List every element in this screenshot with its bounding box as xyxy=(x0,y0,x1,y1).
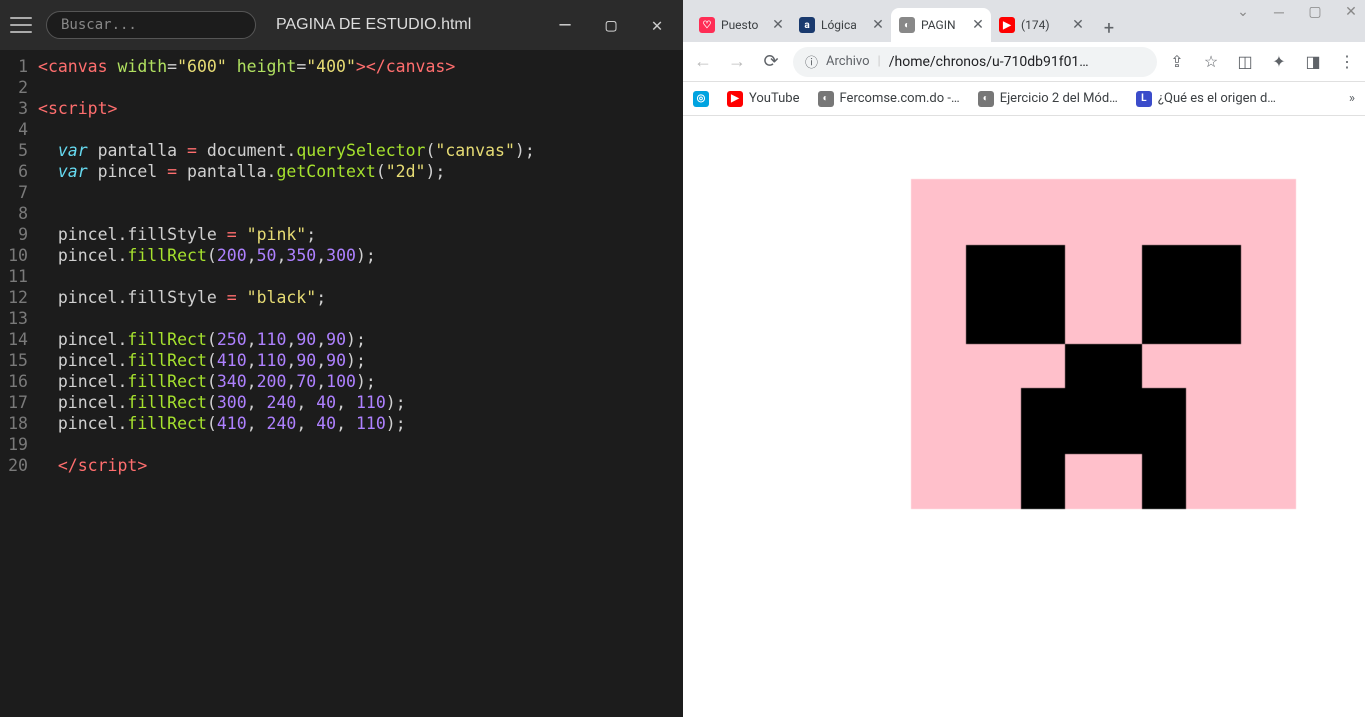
line-number-gutter: 1234567891011121314151617181920 xyxy=(0,56,34,717)
extensions-puzzle-icon[interactable]: ✦ xyxy=(1269,52,1289,71)
code-line: <script> xyxy=(38,98,683,119)
menu-icon[interactable] xyxy=(10,17,32,33)
reload-button[interactable]: ⟳ xyxy=(759,50,783,74)
code-line xyxy=(38,203,683,224)
bookmark-favicon-icon: ◐ xyxy=(818,91,834,107)
bookmark-favicon-icon: L xyxy=(1136,91,1152,107)
url-scheme-label: Archivo xyxy=(826,54,870,69)
code-line xyxy=(38,266,683,287)
window-close-button[interactable]: ✕ xyxy=(1341,4,1361,21)
tab-close-icon[interactable]: ✕ xyxy=(1071,18,1085,32)
window-maximize-button[interactable]: ▢ xyxy=(1305,4,1325,21)
bookmark-label: Ejercicio 2 del Mód… xyxy=(1000,91,1118,106)
search-placeholder: Buscar... xyxy=(61,17,137,33)
browser-tab[interactable]: ♡ Puesto ✕ xyxy=(691,8,791,42)
editor-titlebar: Buscar... PAGINA DE ESTUDIO.html ─ ▢ ✕ xyxy=(0,0,683,50)
tab-close-icon[interactable]: ✕ xyxy=(971,18,985,32)
code-line: pincel.fillStyle = "black"; xyxy=(38,287,683,308)
bookmark-item[interactable]: L ¿Qué es el origen d… xyxy=(1136,91,1276,107)
bookmark-label: YouTube xyxy=(749,91,800,106)
bookmark-favicon-icon: ◎ xyxy=(693,91,709,107)
back-button[interactable]: ← xyxy=(691,50,715,74)
browser-tab[interactable]: a Lógica ✕ xyxy=(791,8,891,42)
bookmark-item[interactable]: ◎ xyxy=(693,91,709,107)
close-button[interactable]: ✕ xyxy=(647,15,667,36)
info-icon: ⓘ xyxy=(805,52,818,71)
code-area[interactable]: 1234567891011121314151617181920 <canvas … xyxy=(0,50,683,717)
browser-menu-icon[interactable]: ⋮ xyxy=(1337,52,1357,71)
tab-favicon-icon: ◐ xyxy=(899,17,915,33)
tab-close-icon[interactable]: ✕ xyxy=(871,18,885,32)
window-controls: ─ ▢ ✕ xyxy=(555,15,673,36)
code-line: pincel.fillRect(250,110,90,90); xyxy=(38,329,683,350)
tab-title: Lógica xyxy=(821,18,865,32)
rendered-canvas xyxy=(691,124,1351,564)
search-input[interactable]: Buscar... xyxy=(46,11,256,39)
code-line: pincel.fillRect(410,110,90,90); xyxy=(38,350,683,371)
tab-title: (174) xyxy=(1021,18,1065,32)
code-line xyxy=(38,434,683,455)
code-line: pincel.fillRect(200,50,350,300); xyxy=(38,245,683,266)
tab-title: PAGIN xyxy=(921,18,965,32)
bookmark-item[interactable]: ▶ YouTube xyxy=(727,91,800,107)
code-line xyxy=(38,308,683,329)
tab-search-button[interactable]: ⌄ xyxy=(1233,4,1253,21)
browser-window: ♡ Puesto ✕ a Lógica ✕ ◐ PAGIN ✕ ▶ (174) ✕ + ⌄ ─ ▢ ✕… xyxy=(683,0,1365,717)
tab-favicon-icon: ▶ xyxy=(999,17,1015,33)
code-line: pincel.fillStyle = "pink"; xyxy=(38,224,683,245)
new-tab-button[interactable]: + xyxy=(1095,14,1123,42)
address-bar[interactable]: ⓘ Archivo | /home/chronos/u-710db91f01… xyxy=(793,47,1157,77)
tab-close-icon[interactable]: ✕ xyxy=(771,18,785,32)
minimize-button[interactable]: ─ xyxy=(555,15,575,36)
window-minimize-button[interactable]: ─ xyxy=(1269,4,1289,21)
code-line: pincel.fillRect(410, 240, 40, 110); xyxy=(38,413,683,434)
page-viewport xyxy=(683,116,1365,717)
bookmark-item[interactable]: ◐ Fercomse.com.do -… xyxy=(818,91,960,107)
bookmark-label: Fercomse.com.do -… xyxy=(840,91,960,106)
bookmark-favicon-icon: ▶ xyxy=(727,91,743,107)
code-line: <canvas width="600" height="400"></canva… xyxy=(38,56,683,77)
code-line xyxy=(38,182,683,203)
tab-favicon-icon: ♡ xyxy=(699,17,715,33)
browser-toolbar: ← → ⟳ ⓘ Archivo | /home/chronos/u-710db9… xyxy=(683,42,1365,82)
code-line: pincel.fillRect(340,200,70,100); xyxy=(38,371,683,392)
code-line xyxy=(38,77,683,98)
url-text: /home/chronos/u-710db91f01… xyxy=(889,54,1089,70)
share-icon[interactable]: ⇪ xyxy=(1167,52,1187,71)
browser-tab[interactable]: ◐ PAGIN ✕ xyxy=(891,8,991,42)
tab-title: Puesto xyxy=(721,18,765,32)
bookmark-favicon-icon: ◐ xyxy=(978,91,994,107)
editor-filename: PAGINA DE ESTUDIO.html xyxy=(270,16,541,34)
code-line xyxy=(38,119,683,140)
tab-favicon-icon: a xyxy=(799,17,815,33)
extension-icon[interactable]: ◫ xyxy=(1235,52,1255,71)
code-line: </script> xyxy=(38,455,683,476)
sidepanel-icon[interactable]: ◨ xyxy=(1303,52,1323,71)
code-line: pincel.fillRect(300, 240, 40, 110); xyxy=(38,392,683,413)
bookmarks-overflow-icon[interactable]: » xyxy=(1349,91,1355,106)
code-editor-window: Buscar... PAGINA DE ESTUDIO.html ─ ▢ ✕ 1… xyxy=(0,0,683,717)
code-content[interactable]: <canvas width="600" height="400"></canva… xyxy=(34,56,683,717)
bookmarks-bar: ◎ ▶ YouTube ◐ Fercomse.com.do -… ◐ Ejercicio 2… xyxy=(683,82,1365,116)
maximize-button[interactable]: ▢ xyxy=(601,15,621,36)
tab-strip: ♡ Puesto ✕ a Lógica ✕ ◐ PAGIN ✕ ▶ (174) ✕ + ⌄ ─ ▢ ✕ xyxy=(683,0,1365,42)
code-line: var pincel = pantalla.getContext("2d"); xyxy=(38,161,683,182)
bookmark-label: ¿Qué es el origen d… xyxy=(1158,91,1276,106)
forward-button[interactable]: → xyxy=(725,50,749,74)
code-line: var pantalla = document.querySelector("c… xyxy=(38,140,683,161)
bookmark-star-icon[interactable]: ☆ xyxy=(1201,52,1221,71)
browser-tab[interactable]: ▶ (174) ✕ xyxy=(991,8,1091,42)
bookmark-item[interactable]: ◐ Ejercicio 2 del Mód… xyxy=(978,91,1118,107)
